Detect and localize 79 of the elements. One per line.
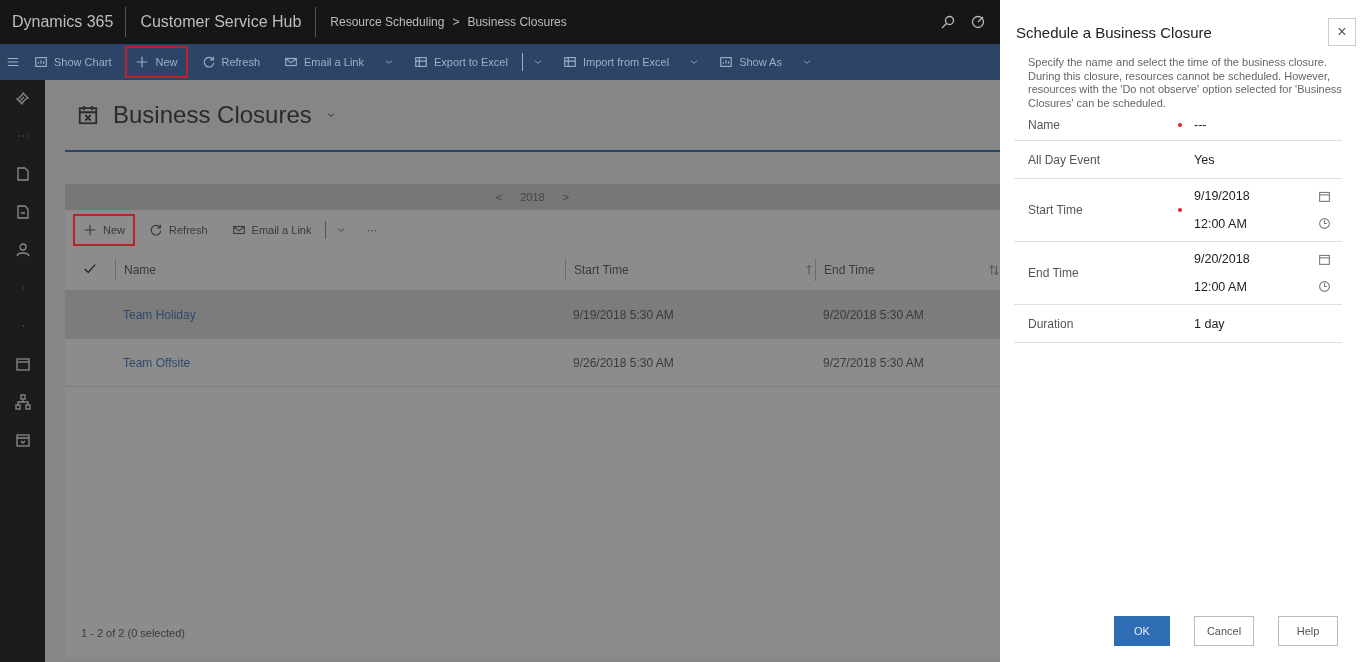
breadcrumb-link[interactable]: Business Closures (467, 15, 567, 29)
plus-icon (83, 223, 97, 237)
chevron-down-icon (336, 225, 347, 235)
calendar-icon[interactable] (1318, 253, 1331, 266)
close-button[interactable]: × (1328, 18, 1356, 46)
description-text: Specify the name and select the time of the business closure. (1028, 56, 1328, 70)
breadcrumb-link[interactable]: Resource Scheduling (330, 15, 445, 29)
table-cell: 9/19/2018 5:30 AM (573, 307, 674, 322)
command-button[interactable]: Show As (709, 46, 792, 78)
refresh-icon (201, 55, 216, 69)
ok-button[interactable]: OK (1114, 616, 1170, 646)
record-count: 1 - 2 of 2 (0 selected) (81, 627, 185, 639)
more-button[interactable]: ··· (356, 214, 388, 246)
menu-icon (6, 55, 20, 69)
command-button[interactable]: Export to Excel (403, 46, 518, 78)
chart-icon (719, 55, 734, 69)
time-field[interactable]: 12:00 AM (1194, 280, 1318, 294)
dialog-button[interactable]: Cancel (1194, 616, 1254, 646)
chart-icon (34, 55, 48, 69)
table-row[interactable]: Team Offsite 9/26/2018 5:30 AM 9/27/2018 5:30 AM (65, 339, 1000, 387)
calendar-icon[interactable] (14, 432, 31, 448)
table-row[interactable]: Team Holiday 9/19/2018 5:30 AM 9/20/2018 5:30 AM (65, 291, 1000, 339)
table-cell: 9/26/2018 5:30 AM (573, 355, 674, 370)
app-name[interactable]: Dynamics 365 (0, 7, 127, 37)
spreadsheet-icon (562, 55, 577, 69)
envelope-icon (284, 55, 299, 69)
checkmark-icon (83, 261, 97, 276)
person-icon[interactable] (14, 242, 31, 258)
calendar-icon (77, 104, 99, 126)
field-label: All Day Event (1028, 152, 1102, 167)
field-label: Start Time (1028, 203, 1084, 217)
search-icon (940, 14, 956, 30)
date-field[interactable]: 9/19/2018 (1194, 189, 1318, 203)
record-link[interactable]: Team Offsite (123, 355, 191, 370)
clock-icon[interactable] (1318, 280, 1331, 293)
command-button[interactable]: Refresh (191, 46, 271, 78)
command-button[interactable]: Email a Link (274, 46, 374, 78)
command-button[interactable]: New (73, 214, 135, 246)
chevron-down-icon (801, 57, 812, 67)
chevron-down-icon (383, 57, 394, 67)
command-button[interactable]: Refresh (139, 214, 218, 246)
column-header[interactable]: End Time (824, 263, 875, 277)
page-title: Business Closures (113, 101, 312, 129)
envelope-icon (231, 223, 246, 237)
table-cell: 9/20/2018 5:30 AM (823, 307, 924, 322)
command-button[interactable]: Show Chart (24, 46, 122, 78)
field-value[interactable]: --- (1194, 118, 1318, 132)
target-icon (970, 14, 986, 30)
document-icon[interactable] (14, 204, 31, 220)
field-label: Duration (1028, 316, 1075, 331)
document-icon[interactable] (14, 166, 31, 182)
command-button[interactable]: New (125, 46, 188, 78)
date-field[interactable]: 9/20/2018 (1194, 252, 1318, 266)
calendar-icon[interactable] (14, 356, 31, 372)
plus-icon (135, 55, 150, 69)
command-button[interactable]: Email a Link (221, 214, 322, 246)
chevron-down-icon[interactable] (325, 110, 336, 120)
refresh-icon (149, 223, 163, 237)
command-button[interactable]: Import from Excel (552, 46, 680, 78)
column-header[interactable]: Name (124, 263, 156, 277)
breadcrumb-separator: > (452, 15, 460, 29)
field-value[interactable]: 1 day (1194, 316, 1318, 331)
hierarchy-icon[interactable] (14, 394, 31, 410)
field-label: End Time (1028, 266, 1080, 280)
column-header[interactable]: Start Time (574, 263, 629, 277)
chevron-down-icon (689, 57, 700, 67)
spreadsheet-icon (413, 55, 428, 69)
table-cell: 9/27/2018 5:30 AM (823, 355, 924, 370)
clock-icon[interactable] (1318, 217, 1331, 230)
dialog-title: Schedule a Business Closure (1016, 23, 1212, 41)
description-text: During this closure, resources cannot be scheduled. However, resources with the 'Do not observe' option selected for 'Business Closures' can be scheduled. (1028, 69, 1343, 110)
field-value[interactable]: Yes (1194, 152, 1318, 167)
calendar-icon[interactable] (1318, 190, 1331, 203)
time-field[interactable]: 12:00 AM (1194, 217, 1318, 231)
chevron-down-icon (532, 57, 543, 67)
field-label: Name (1028, 118, 1061, 132)
dialog-button[interactable]: Help (1278, 616, 1338, 646)
app-area-title[interactable]: Customer Service Hub (126, 7, 317, 37)
pin-icon[interactable] (14, 90, 31, 106)
